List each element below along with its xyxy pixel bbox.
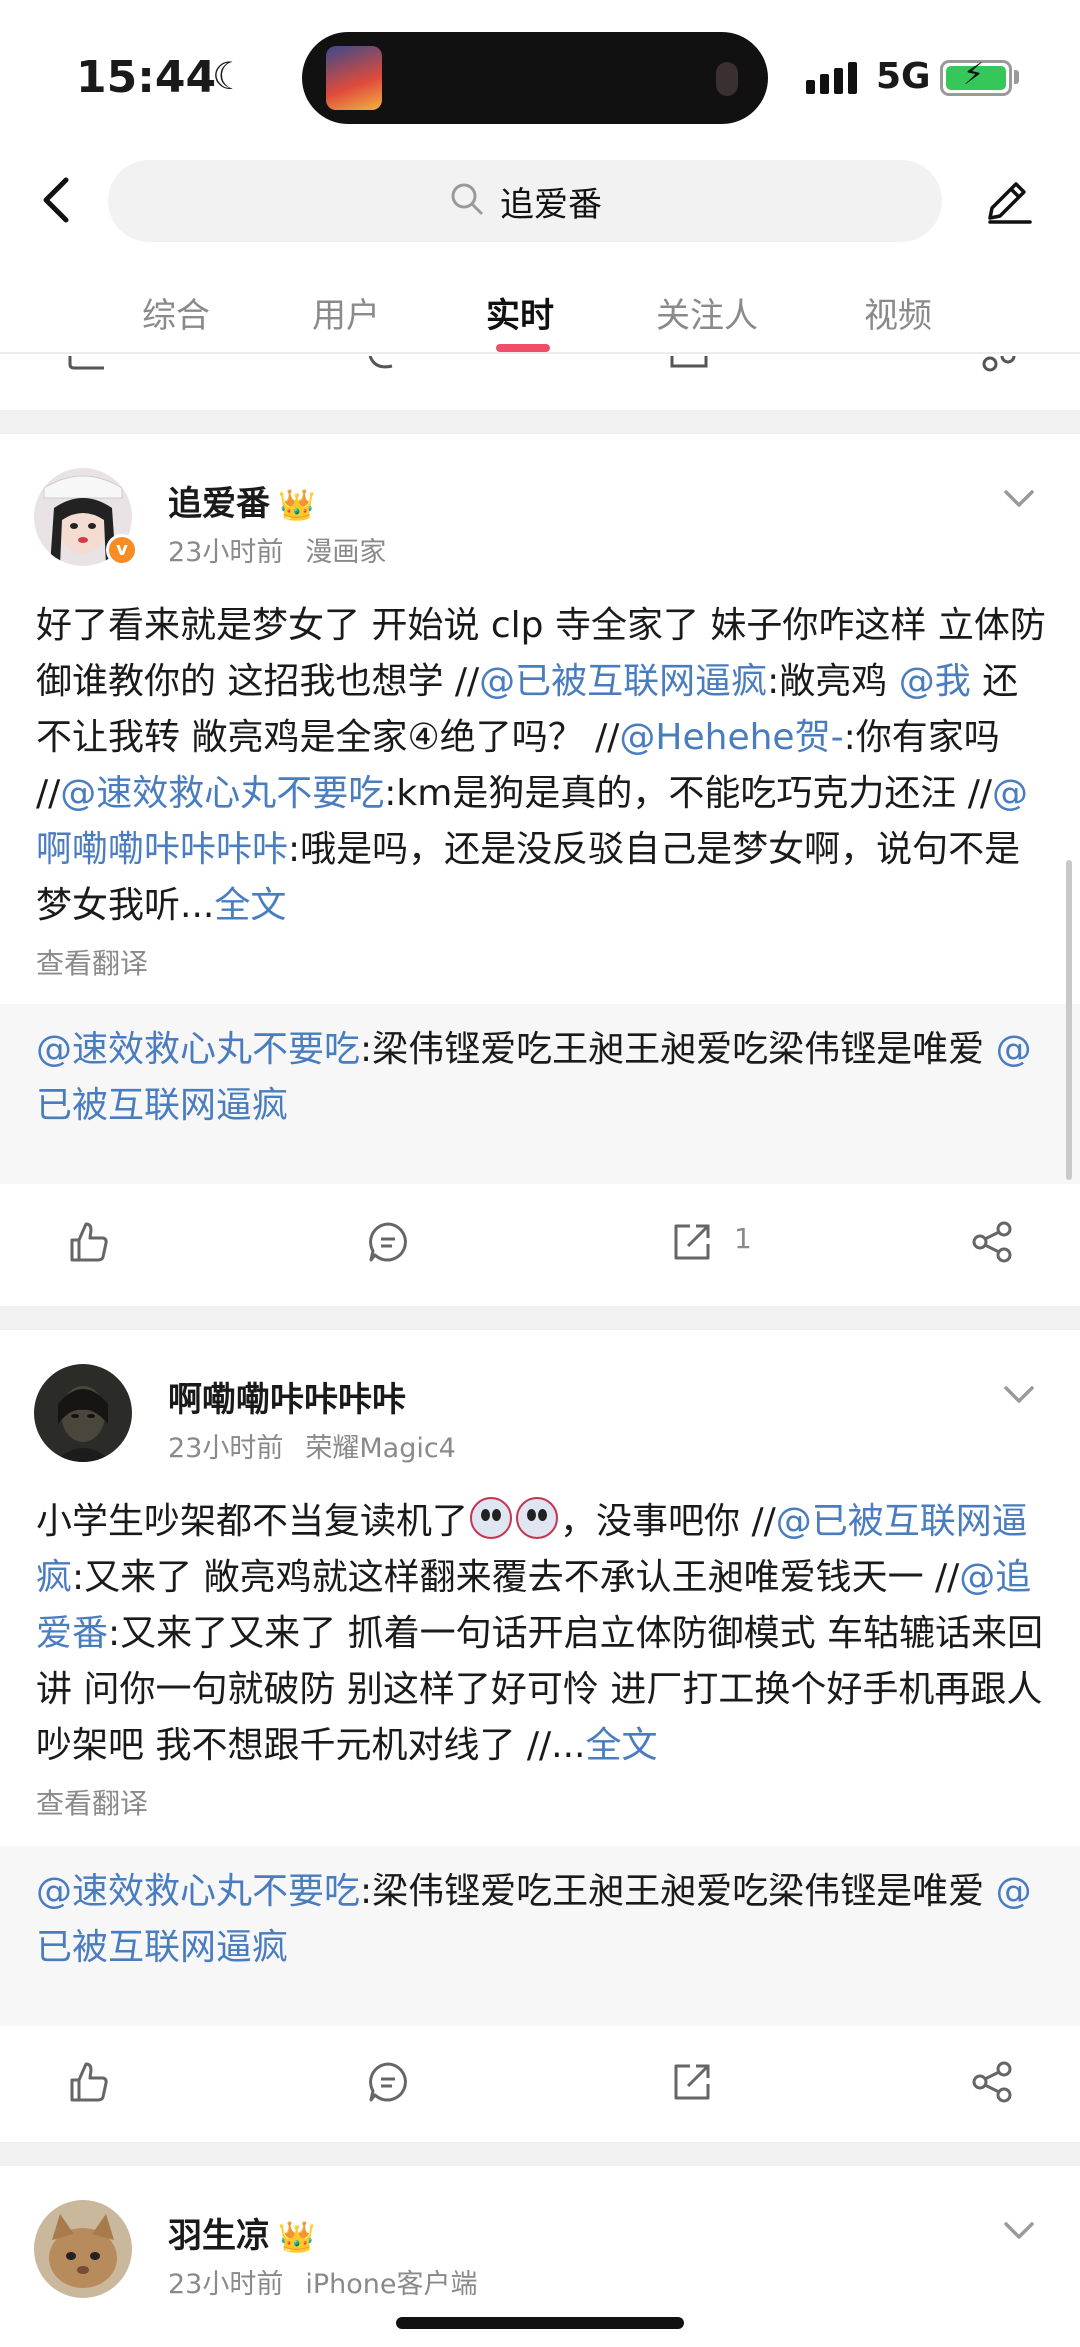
post-body: 好了看来就是梦女了 开始说 clp 寺全家了 妹子你咋这样 立体防御谁教你的 这… xyxy=(36,605,1046,926)
mention-link[interactable]: @速效救心丸不要吃 xyxy=(36,1029,360,1070)
crown-icon: 👑 xyxy=(278,2220,316,2255)
live-activity-indicator xyxy=(716,62,738,96)
share-icon[interactable] xyxy=(970,1220,1014,1264)
post-meta: 23小时前 荣耀Magic4 xyxy=(168,1433,456,1464)
translate-link[interactable]: 查看翻译 xyxy=(36,1782,148,1822)
dynamic-island[interactable] xyxy=(302,32,768,124)
comment-icon[interactable] xyxy=(366,1220,410,1264)
chevron-down-icon[interactable] xyxy=(1002,2220,1036,2242)
battery-cap xyxy=(1014,70,1019,84)
search-tabs: 综合 用户 实时 关注人 视频 xyxy=(0,270,1080,354)
repost-count: 1 xyxy=(734,1222,752,1255)
full-text-link[interactable]: 全文 xyxy=(585,1725,657,1766)
tab-realtime[interactable]: 实时 xyxy=(486,288,554,337)
author-name[interactable]: 追爱番 👑 xyxy=(168,476,315,525)
feed-separator xyxy=(0,1306,1080,1330)
tab-video[interactable]: 视频 xyxy=(864,288,932,337)
post-actions xyxy=(0,2036,1080,2126)
post-meta: 23小时前 iPhone客户端 xyxy=(168,2269,478,2300)
author-name[interactable]: 羽生凉 👑 xyxy=(168,2208,315,2257)
network-type: 5G xyxy=(876,56,931,97)
battery-icon: ⚡ xyxy=(940,57,1012,96)
scrollbar[interactable] xyxy=(1066,860,1072,1180)
back-arrow-icon[interactable] xyxy=(36,170,80,230)
previous-post-actions xyxy=(0,356,1080,396)
status-time: 15:44 xyxy=(76,52,217,103)
mention-link[interactable]: @Hehehe贺- xyxy=(619,717,843,758)
mention-link[interactable]: @我 xyxy=(899,661,971,702)
home-indicator[interactable] xyxy=(396,2317,684,2329)
full-text-link[interactable]: 全文 xyxy=(214,885,286,926)
search-query: 追爱番 xyxy=(500,184,602,225)
repost-icon[interactable] xyxy=(670,2060,714,2104)
active-tab-indicator xyxy=(496,344,550,352)
crown-icon: 👑 xyxy=(278,488,316,523)
live-activity-thumbnail xyxy=(326,46,382,110)
feed-post[interactable]: 啊嘞嘞咔咔咔咔 23小时前 荣耀Magic4 小学生吵架都不当复读机了 ，没事吧你 … xyxy=(0,1330,1080,2140)
post-actions: 1 xyxy=(0,1196,1080,1286)
tab-comprehensive[interactable]: 综合 xyxy=(142,288,210,337)
moon-icon: ☾ xyxy=(212,54,247,98)
feed-post[interactable]: v 追爱番 👑 23小时前 漫画家 好了看来就是梦女了 开始说 clp 寺全家了 妹… xyxy=(0,434,1080,1304)
share-icon[interactable] xyxy=(970,2060,1014,2104)
repost-icon[interactable] xyxy=(670,1220,714,1264)
quoted-original-post[interactable]: @速效救心丸不要吃:梁伟铿爱吃王昶王昶爱吃梁伟铿是唯爱 @已被互联网逼疯 xyxy=(0,1004,1080,1184)
tab-following[interactable]: 关注人 xyxy=(656,288,758,337)
edit-icon[interactable] xyxy=(980,172,1036,228)
mention-link[interactable]: @速效救心丸不要吃 xyxy=(60,773,384,814)
mention-link[interactable]: @已被互联网逼疯 xyxy=(479,661,767,702)
translate-link[interactable]: 查看翻译 xyxy=(36,942,148,982)
search-input[interactable]: 追爱番 xyxy=(108,160,942,242)
search-icon xyxy=(448,180,486,222)
comment-icon[interactable] xyxy=(366,2060,410,2104)
cellular-signal-icon xyxy=(806,62,868,94)
avatar[interactable] xyxy=(34,1364,132,1462)
mention-link[interactable]: @速效救心丸不要吃 xyxy=(36,1871,360,1912)
chevron-down-icon[interactable] xyxy=(1002,488,1036,510)
author-name[interactable]: 啊嘞嘞咔咔咔咔 xyxy=(168,1372,406,1421)
tabs-divider xyxy=(0,352,1080,354)
feed-separator xyxy=(0,2142,1080,2166)
tab-users[interactable]: 用户 xyxy=(312,288,380,337)
shocked-face-emoji xyxy=(516,1497,559,1539)
feed-separator xyxy=(0,410,1080,434)
shocked-face-emoji xyxy=(470,1497,513,1539)
avatar[interactable] xyxy=(34,2200,132,2298)
post-meta: 23小时前 漫画家 xyxy=(168,537,387,568)
verified-badge: v xyxy=(106,534,138,566)
like-icon[interactable] xyxy=(66,1220,110,1264)
post-body: 小学生吵架都不当复读机了 ，没事吧你 //@已被互联网逼疯:又来了 敞亮鸡就这样翻… xyxy=(36,1494,1048,1774)
status-bar: 15:44 ☾ 5G ⚡ xyxy=(0,0,1080,150)
like-icon[interactable] xyxy=(66,2060,110,2104)
chevron-down-icon[interactable] xyxy=(1002,1384,1036,1406)
quoted-original-post[interactable]: @速效救心丸不要吃:梁伟铿爱吃王昶王昶爱吃梁伟铿是唯爱 @已被互联网逼疯 xyxy=(0,1846,1080,2026)
